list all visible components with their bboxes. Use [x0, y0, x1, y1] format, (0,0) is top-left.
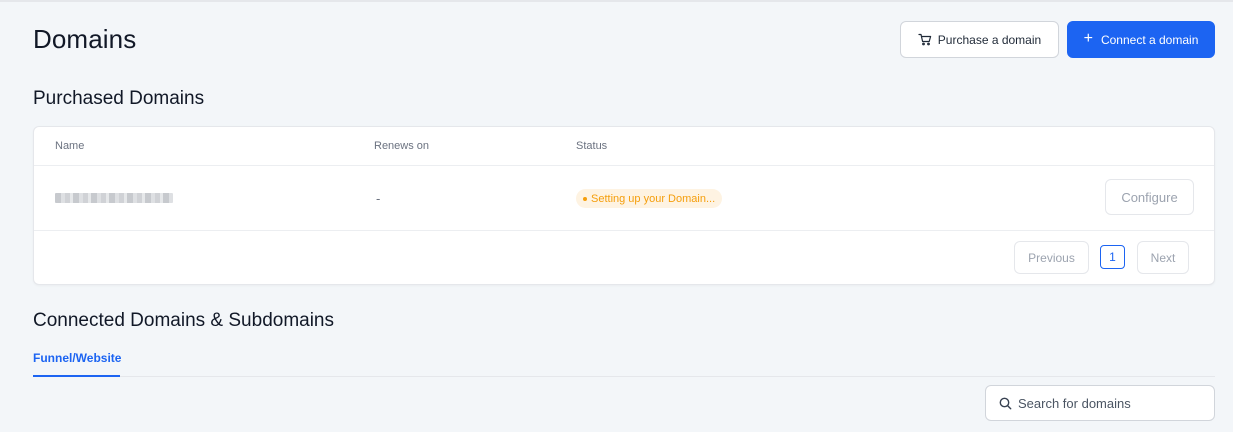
- status-dot-icon: [583, 196, 587, 201]
- column-header-name: Name: [55, 140, 85, 152]
- connect-domain-label: Connect a domain: [1100, 32, 1199, 47]
- page-title: Domains: [33, 24, 137, 54]
- purchased-domains-title: Purchased Domains: [33, 88, 205, 109]
- connect-domain-button[interactable]: + Connect a domain: [1067, 21, 1215, 58]
- cart-icon: [918, 33, 932, 46]
- table-row: - Setting up your Domain... Configure: [34, 166, 1214, 231]
- plus-icon: +: [1083, 30, 1093, 47]
- renews-on-value: -: [376, 191, 381, 206]
- column-header-renews-on: Renews on: [374, 140, 430, 152]
- domains-page: Domains Purchase a domain + Connect a do…: [0, 0, 1233, 432]
- purchased-domains-table: Name Renews on Status - Setting up your …: [33, 126, 1215, 285]
- configure-button[interactable]: Configure: [1105, 179, 1194, 215]
- status-badge: Setting up your Domain...: [576, 189, 723, 208]
- tabs-divider: [33, 376, 1215, 377]
- connected-domains-title: Connected Domains & Subdomains: [33, 310, 335, 331]
- purchase-domain-button[interactable]: Purchase a domain: [900, 21, 1059, 58]
- search-icon: [999, 397, 1012, 410]
- column-header-status: Status: [576, 140, 608, 152]
- previous-page-button[interactable]: Previous: [1014, 241, 1089, 274]
- redacted-domain-name: [55, 193, 173, 203]
- top-divider: [0, 0, 1233, 2]
- active-tab-indicator: [33, 375, 120, 377]
- search-box: [985, 385, 1215, 421]
- status-text: Setting up your Domain...: [591, 192, 716, 205]
- purchase-domain-label: Purchase a domain: [937, 32, 1042, 47]
- next-page-button[interactable]: Next: [1137, 241, 1189, 274]
- search-input[interactable]: [1018, 395, 1208, 411]
- tab-funnel-website[interactable]: Funnel/Website: [33, 351, 121, 365]
- table-header: Name Renews on Status: [34, 127, 1214, 166]
- page-number-button[interactable]: 1: [1100, 245, 1125, 269]
